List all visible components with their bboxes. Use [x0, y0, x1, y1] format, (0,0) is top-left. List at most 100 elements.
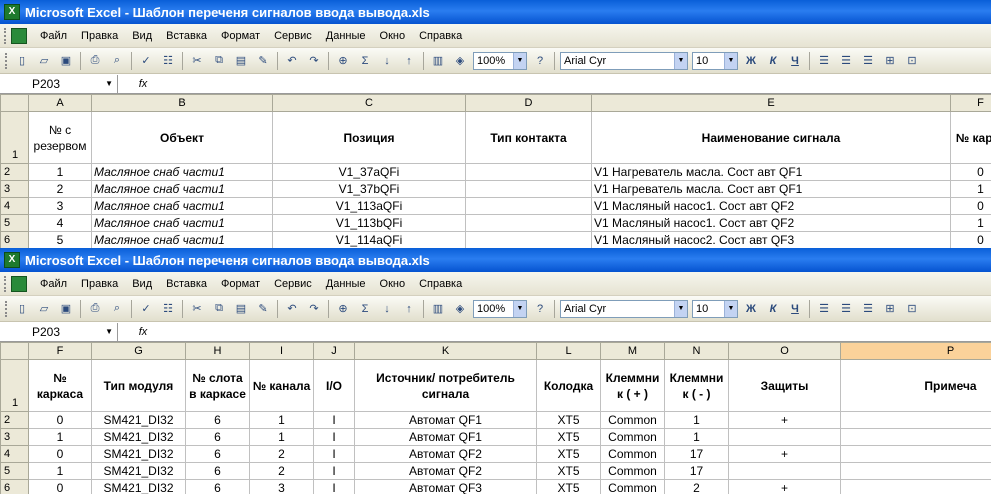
drawing-icon[interactable]: ◈ [450, 51, 470, 71]
research-icon[interactable]: ☷ [158, 51, 178, 71]
cell[interactable]: I [313, 411, 355, 429]
menu-tools[interactable]: Сервис [267, 28, 319, 44]
toolbar-grip[interactable] [4, 27, 7, 44]
cell[interactable]: SM421_DI32 [91, 479, 186, 494]
merge-center-icon[interactable]: ⊞ [880, 51, 900, 71]
header-cell[interactable]: № каркаса [28, 359, 92, 412]
cell[interactable]: V1 Нагреватель масла. Сост авт QF1 [591, 163, 951, 181]
select-all-corner[interactable] [0, 342, 29, 360]
menu-edit[interactable]: Правка [74, 28, 125, 44]
cut-icon[interactable]: ✂ [187, 299, 207, 319]
title-bar[interactable]: X Microsoft Excel - Шаблон переченя сигн… [0, 248, 991, 272]
sort-ascending-icon[interactable]: ↓ [377, 51, 397, 71]
name-box[interactable]: P203 ▼ [0, 74, 118, 93]
cell[interactable] [465, 214, 592, 232]
cell[interactable]: 4 [28, 214, 92, 232]
cell[interactable]: Масляное снаб части1 [91, 180, 273, 198]
print-icon[interactable]: ⎙ [85, 299, 105, 319]
cell[interactable]: 1 [664, 411, 729, 429]
merge-center-icon[interactable]: ⊞ [880, 299, 900, 319]
cell[interactable]: 2 [664, 479, 729, 494]
cell[interactable]: V1_113aQFi [272, 197, 466, 215]
row-header[interactable]: 3 [0, 180, 29, 198]
copy-icon[interactable]: ⧉ [209, 51, 229, 71]
cell[interactable]: Масляное снаб части1 [91, 163, 273, 181]
new-icon[interactable]: ▯ [12, 51, 32, 71]
undo-icon[interactable]: ↶ [282, 299, 302, 319]
open-icon[interactable]: ▱ [34, 51, 54, 71]
column-header-i[interactable]: I [249, 342, 314, 360]
chevron-down-icon[interactable]: ▼ [724, 300, 737, 317]
cell[interactable]: 2 [249, 445, 314, 463]
help-icon[interactable]: ? [530, 51, 550, 71]
cell[interactable]: XT5 [536, 479, 601, 494]
header-cell[interactable]: Источник/ потребитель сигнала [354, 359, 537, 412]
zoom-select[interactable]: 100% ▼ [473, 51, 527, 70]
cell[interactable]: Common [600, 428, 665, 446]
sort-descending-icon[interactable]: ↑ [399, 299, 419, 319]
autosum-icon[interactable]: Σ [355, 299, 375, 319]
name-box[interactable]: P203 ▼ [0, 322, 118, 341]
header-cell[interactable]: № с резервом [28, 111, 92, 164]
cell[interactable]: V1_37aQFi [272, 163, 466, 181]
cell[interactable]: 6 [185, 445, 250, 463]
cell[interactable]: 0 [950, 163, 991, 181]
zoom-select[interactable]: 100% ▼ [473, 299, 527, 318]
drawing-icon[interactable]: ◈ [450, 299, 470, 319]
chevron-down-icon[interactable]: ▼ [105, 323, 113, 341]
column-header-f[interactable]: F [950, 94, 991, 112]
cell[interactable]: Автомат QF1 [354, 428, 537, 446]
row-header[interactable]: 1 [0, 111, 29, 164]
excel-app-icon[interactable]: X [4, 4, 20, 20]
chevron-down-icon[interactable]: ▼ [513, 52, 526, 69]
menu-insert[interactable]: Вставка [159, 276, 214, 292]
cell[interactable]: 17 [664, 462, 729, 480]
column-header-n[interactable]: N [664, 342, 729, 360]
cell[interactable]: V1_114aQFi [272, 231, 466, 248]
header-cell[interactable]: Примеча [840, 359, 991, 412]
undo-icon[interactable]: ↶ [282, 51, 302, 71]
cell[interactable]: 2 [249, 462, 314, 480]
sort-ascending-icon[interactable]: ↓ [377, 299, 397, 319]
row-header[interactable]: 1 [0, 359, 29, 412]
currency-icon[interactable]: ⊡ [902, 299, 922, 319]
cell[interactable] [465, 231, 592, 248]
cell[interactable]: SM421_DI32 [91, 428, 186, 446]
cell[interactable]: I [313, 479, 355, 494]
cell[interactable]: Common [600, 445, 665, 463]
header-cell[interactable]: Тип контакта [465, 111, 592, 164]
autosum-icon[interactable]: Σ [355, 51, 375, 71]
column-header-k[interactable]: K [354, 342, 537, 360]
row-header[interactable]: 2 [0, 411, 29, 429]
cell[interactable]: Масляное снаб части1 [91, 231, 273, 248]
cell[interactable] [465, 163, 592, 181]
cell[interactable]: V1 Нагреватель масла. Сост авт QF1 [591, 180, 951, 198]
cell[interactable] [465, 197, 592, 215]
align-right-icon[interactable]: ☰ [858, 51, 878, 71]
print-preview-icon[interactable]: ⌕ [107, 299, 127, 319]
cell[interactable]: 1 [28, 462, 92, 480]
new-icon[interactable]: ▯ [12, 299, 32, 319]
menu-data[interactable]: Данные [319, 276, 373, 292]
header-cell[interactable]: Позиция [272, 111, 466, 164]
cell[interactable]: 0 [950, 231, 991, 248]
redo-icon[interactable]: ↷ [304, 51, 324, 71]
cell[interactable]: 5 [28, 231, 92, 248]
cell[interactable] [840, 479, 991, 494]
column-header-a[interactable]: A [28, 94, 92, 112]
cell[interactable]: XT5 [536, 428, 601, 446]
cell[interactable]: V1_37bQFi [272, 180, 466, 198]
cell[interactable]: 3 [28, 197, 92, 215]
italic-button[interactable]: К [763, 51, 783, 71]
cell[interactable]: Common [600, 479, 665, 494]
cell[interactable]: + [728, 479, 841, 494]
italic-button[interactable]: К [763, 299, 783, 319]
cell[interactable]: 0 [28, 479, 92, 494]
row-header[interactable]: 6 [0, 231, 29, 248]
cell[interactable]: 2 [28, 180, 92, 198]
align-right-icon[interactable]: ☰ [858, 299, 878, 319]
header-cell[interactable]: I/O [313, 359, 355, 412]
chart-wizard-icon[interactable]: ▥ [428, 51, 448, 71]
save-icon[interactable]: ▣ [56, 299, 76, 319]
menu-help[interactable]: Справка [412, 276, 469, 292]
